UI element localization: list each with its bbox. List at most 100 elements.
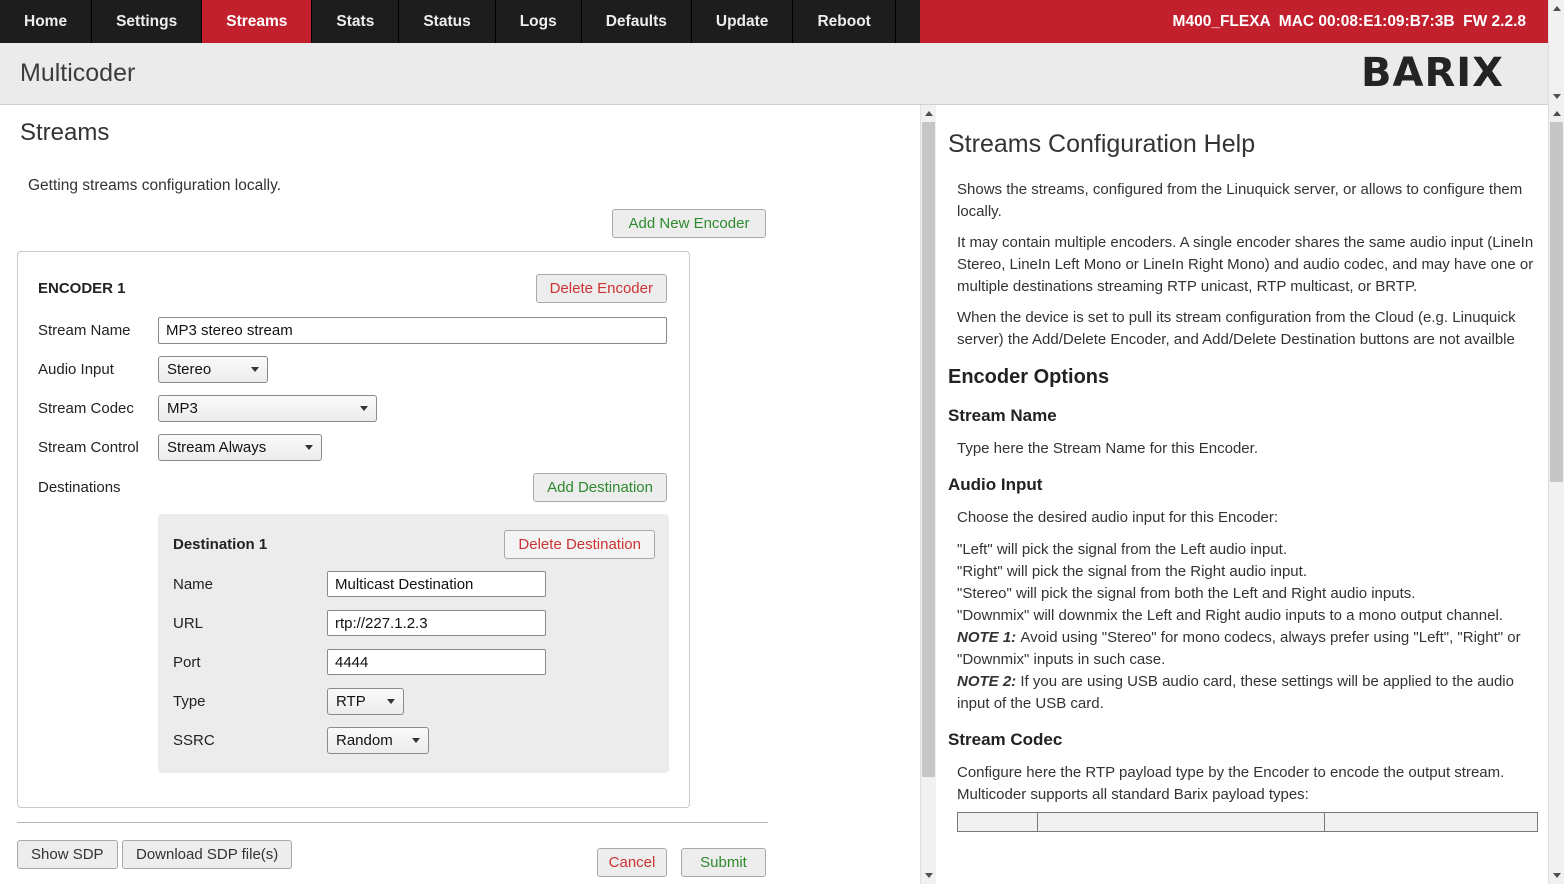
cancel-button[interactable]: Cancel — [597, 848, 667, 877]
audio-input-row: Audio Input Stereo — [38, 356, 667, 383]
scroll-up-icon — [925, 111, 933, 116]
nav-tab-reboot[interactable]: Reboot — [793, 0, 895, 43]
help-text: Choose the desired audio input for this … — [957, 507, 1538, 529]
show-sdp-button[interactable]: Show SDP — [17, 840, 118, 869]
destination-port-input[interactable] — [327, 649, 546, 675]
help-section-heading: Stream Codec — [948, 728, 1538, 752]
scroll-down-button[interactable] — [1549, 88, 1564, 105]
destination-name-row: Name — [173, 571, 655, 597]
scroll-down-button[interactable] — [1549, 867, 1564, 884]
destination-port-label: Port — [173, 654, 327, 671]
scroll-up-button[interactable] — [921, 105, 936, 122]
delete-destination-button[interactable]: Delete Destination — [504, 530, 655, 559]
destination-type-row: Type RTP — [173, 688, 655, 714]
scroll-up-icon — [1553, 111, 1561, 116]
help-text: NOTE 2: If you are using USB audio card,… — [957, 671, 1538, 715]
page-title: Multicoder — [20, 43, 135, 103]
stream-control-row: Stream Control Stream Always — [38, 434, 667, 461]
divider — [17, 822, 768, 823]
nav-tab-stats[interactable]: Stats — [312, 0, 399, 43]
help-paragraph: Shows the streams, configured from the L… — [957, 179, 1538, 223]
help-sections: Stream NameType here the Stream Name for… — [948, 404, 1538, 806]
destination-name-input[interactable] — [327, 571, 546, 597]
destination-port-row: Port — [173, 649, 655, 675]
nav-tab-home[interactable]: Home — [0, 0, 92, 43]
table-cell — [1325, 812, 1538, 832]
nav-tabs: HomeSettingsStreamsStatsStatusLogsDefaul… — [0, 0, 896, 43]
header-frame: HomeSettingsStreamsStatsStatusLogsDefaul… — [0, 0, 1548, 105]
add-new-encoder-button[interactable]: Add New Encoder — [612, 209, 766, 238]
destination-type-select[interactable]: RTP — [327, 688, 404, 715]
help-section-heading: Stream Name — [948, 404, 1538, 428]
nav-spacer — [896, 0, 920, 43]
stream-control-select[interactable]: Stream Always — [158, 434, 322, 461]
status-text: Getting streams configuration locally. — [28, 177, 281, 195]
audio-input-value: Stereo — [167, 361, 211, 378]
scrollbar-thumb[interactable] — [922, 122, 935, 777]
header-scrollbar[interactable] — [1548, 0, 1564, 105]
nav-tab-streams[interactable]: Streams — [202, 0, 312, 43]
chevron-down-icon — [412, 738, 420, 743]
destination-ssrc-select[interactable]: Random — [327, 727, 429, 754]
destination-card: Destination 1 Delete Destination Name UR… — [158, 514, 669, 773]
delete-encoder-button[interactable]: Delete Encoder — [536, 274, 667, 303]
scroll-up-icon — [1553, 6, 1561, 11]
chevron-down-icon — [387, 699, 395, 704]
help-intro: Shows the streams, configured from the L… — [948, 179, 1538, 351]
streams-panel: Streams Getting streams configuration lo… — [0, 105, 920, 884]
chevron-down-icon — [251, 367, 259, 372]
help-paragraph: When the device is set to pull its strea… — [957, 307, 1538, 351]
chevron-down-icon — [360, 406, 368, 411]
nav-bar: HomeSettingsStreamsStatsStatusLogsDefaul… — [0, 0, 1548, 43]
encoder-options-heading: Encoder Options — [948, 363, 1538, 391]
nav-tab-status[interactable]: Status — [399, 0, 495, 43]
help-text: Configure here the RTP payload type by t… — [957, 762, 1538, 806]
scroll-down-icon — [1553, 873, 1561, 878]
stream-control-label: Stream Control — [38, 439, 158, 456]
destination-url-input[interactable] — [327, 610, 546, 636]
scrollbar-thumb[interactable] — [1550, 122, 1563, 482]
add-destination-button[interactable]: Add Destination — [533, 473, 667, 502]
submit-button[interactable]: Submit — [681, 848, 766, 877]
help-text: "Left" will pick the signal from the Lef… — [957, 539, 1538, 561]
scroll-up-button[interactable] — [1549, 105, 1564, 122]
help-text: "Right" will pick the signal from the Ri… — [957, 561, 1538, 583]
destinations-row: Destinations Add Destination — [38, 473, 667, 502]
stream-control-value: Stream Always — [167, 439, 266, 456]
help-panel: Streams Configuration Help Shows the str… — [936, 105, 1548, 884]
destination-type-value: RTP — [336, 693, 366, 710]
scroll-down-button[interactable] — [921, 867, 936, 884]
page-header: Multicoder BARIX — [0, 43, 1548, 105]
destinations-label: Destinations — [38, 479, 158, 496]
encoder-card: ENCODER 1 Delete Encoder Stream Name Aud… — [17, 251, 690, 808]
scroll-down-icon — [925, 873, 933, 878]
help-text: "Stereo" will pick the signal from both … — [957, 583, 1538, 605]
destination-ssrc-value: Random — [336, 732, 393, 749]
streams-heading: Streams — [20, 119, 109, 147]
destination-ssrc-row: SSRC Random — [173, 727, 655, 753]
help-text: NOTE 1: Avoid using "Stereo" for mono co… — [957, 627, 1538, 671]
stream-codec-row: Stream Codec MP3 — [38, 395, 667, 422]
stream-codec-select[interactable]: MP3 — [158, 395, 377, 422]
nav-tab-settings[interactable]: Settings — [92, 0, 202, 43]
scroll-down-icon — [1553, 94, 1561, 99]
streams-panel-scrollbar[interactable] — [920, 105, 936, 884]
help-paragraph: It may contain multiple encoders. A sing… — [957, 232, 1538, 298]
download-sdp-button[interactable]: Download SDP file(s) — [122, 840, 292, 869]
stream-codec-value: MP3 — [167, 400, 198, 417]
nav-tab-defaults[interactable]: Defaults — [582, 0, 692, 43]
audio-input-select[interactable]: Stereo — [158, 356, 268, 383]
audio-input-label: Audio Input — [38, 361, 158, 378]
destination-ssrc-label: SSRC — [173, 732, 327, 749]
destination-type-label: Type — [173, 693, 327, 710]
destination-header: Destination 1 Delete Destination — [173, 530, 655, 559]
help-text: "Downmix" will downmix the Left and Righ… — [957, 605, 1538, 627]
help-panel-scrollbar[interactable] — [1548, 105, 1564, 884]
destination-url-label: URL — [173, 615, 327, 632]
scroll-up-button[interactable] — [1549, 0, 1564, 17]
help-title: Streams Configuration Help — [948, 127, 1538, 161]
stream-name-label: Stream Name — [38, 322, 158, 339]
nav-tab-update[interactable]: Update — [692, 0, 794, 43]
stream-name-input[interactable] — [158, 317, 667, 344]
nav-tab-logs[interactable]: Logs — [496, 0, 582, 43]
